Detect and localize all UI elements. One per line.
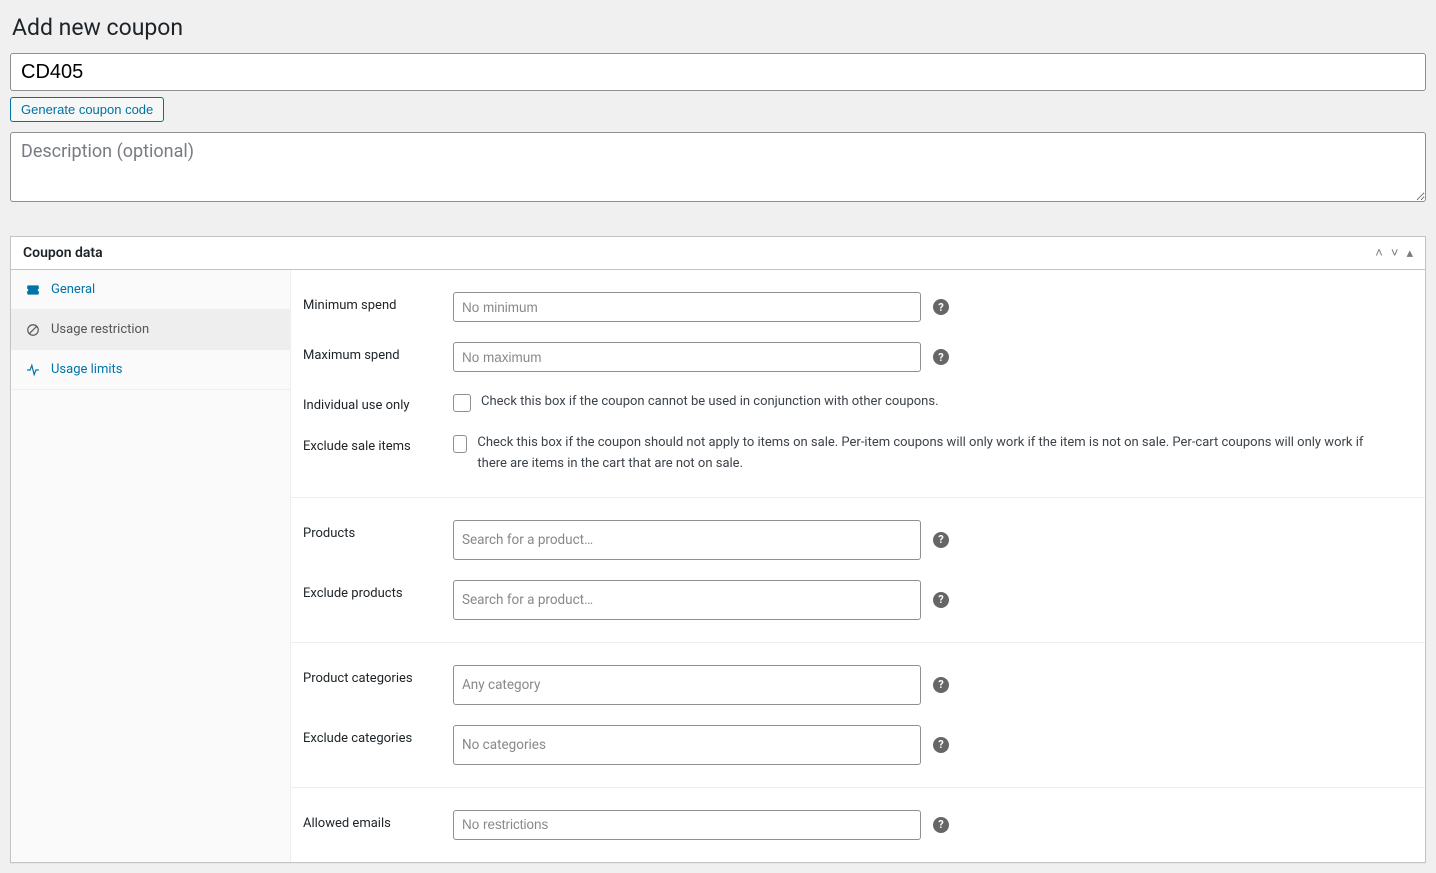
products-select[interactable]: Search for a product…	[453, 520, 921, 560]
allowed-emails-input[interactable]	[453, 810, 921, 840]
coupon-code-input[interactable]	[10, 53, 1426, 91]
help-icon[interactable]: ?	[933, 349, 949, 365]
metabox-move-up-icon[interactable]: ˄	[1375, 245, 1383, 261]
help-icon[interactable]: ?	[933, 532, 949, 548]
individual-use-label: Individual use only	[303, 392, 453, 413]
tab-usage-restriction-label: Usage restriction	[51, 322, 149, 337]
allowed-emails-label: Allowed emails	[303, 810, 453, 831]
usage-restriction-panel: Minimum spend ? Maximum spend ? Individu…	[291, 270, 1425, 862]
coupon-description-input[interactable]	[10, 132, 1426, 202]
minimum-spend-input[interactable]	[453, 292, 921, 322]
exclude-products-select[interactable]: Search for a product…	[453, 580, 921, 620]
tab-general[interactable]: General	[11, 270, 290, 310]
ban-icon	[25, 323, 41, 337]
products-label: Products	[303, 520, 453, 541]
individual-use-checkbox[interactable]	[453, 394, 471, 412]
metabox-move-down-icon[interactable]: ˅	[1391, 245, 1399, 261]
sidebar-tabs: General Usage restriction Usage limits	[11, 270, 291, 862]
generate-coupon-button[interactable]: Generate coupon code	[10, 97, 164, 122]
minimum-spend-label: Minimum spend	[303, 292, 453, 313]
metabox-toggle-icon[interactable]: ▴	[1406, 246, 1413, 261]
coupon-data-metabox: Coupon data ˄ ˅ ▴ General Usage restrict…	[10, 236, 1426, 863]
help-icon[interactable]: ?	[933, 817, 949, 833]
ticket-icon	[25, 283, 41, 297]
individual-use-desc: Check this box if the coupon cannot be u…	[481, 392, 939, 413]
exclude-products-label: Exclude products	[303, 580, 453, 601]
help-icon[interactable]: ?	[933, 737, 949, 753]
page-title: Add new coupon	[12, 14, 1426, 41]
tab-usage-restriction[interactable]: Usage restriction	[11, 310, 290, 350]
product-categories-label: Product categories	[303, 665, 453, 686]
exclude-sale-label: Exclude sale items	[303, 433, 453, 454]
help-icon[interactable]: ?	[933, 677, 949, 693]
metabox-header: Coupon data ˄ ˅ ▴	[11, 237, 1425, 270]
exclude-categories-select[interactable]: No categories	[453, 725, 921, 765]
help-icon[interactable]: ?	[933, 299, 949, 315]
maximum-spend-input[interactable]	[453, 342, 921, 372]
metabox-title: Coupon data	[23, 245, 103, 261]
tab-usage-limits[interactable]: Usage limits	[11, 350, 290, 390]
pulse-icon	[25, 363, 41, 377]
tab-general-label: General	[51, 282, 95, 297]
exclude-sale-checkbox[interactable]	[453, 435, 467, 453]
maximum-spend-label: Maximum spend	[303, 342, 453, 363]
exclude-categories-label: Exclude categories	[303, 725, 453, 746]
tab-usage-limits-label: Usage limits	[51, 362, 122, 377]
help-icon[interactable]: ?	[933, 592, 949, 608]
product-categories-select[interactable]: Any category	[453, 665, 921, 705]
exclude-sale-desc: Check this box if the coupon should not …	[477, 433, 1373, 475]
